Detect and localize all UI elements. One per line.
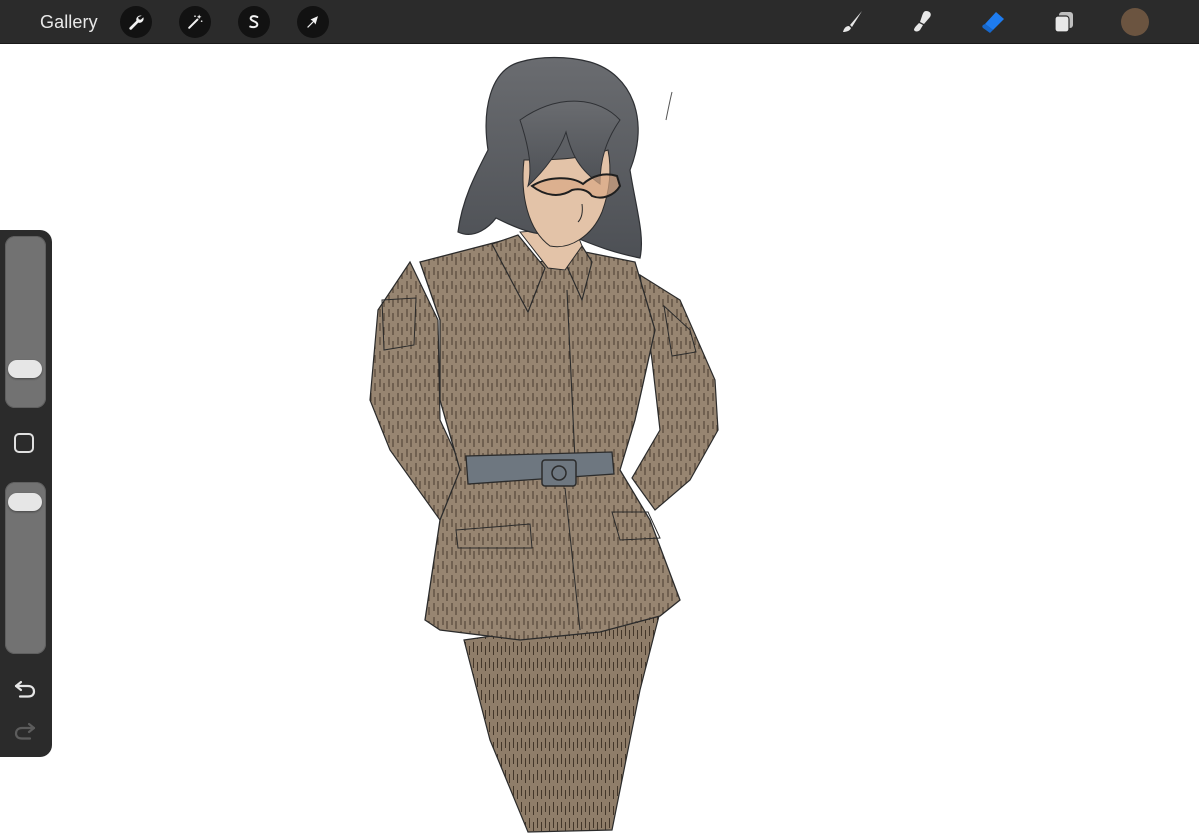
actions-button[interactable] [120,6,152,38]
opacity-thumb[interactable] [8,493,42,512]
procreate-app: Gallery [0,0,1199,834]
erase-tool-button[interactable] [977,6,1009,38]
wrench-icon [129,15,144,30]
undo-arrow-icon [14,680,36,698]
redo-button[interactable] [12,718,38,742]
artwork [369,56,719,833]
adjustments-button[interactable] [179,6,211,38]
drawing-canvas[interactable] [0,44,1199,834]
redo-arrow-icon [14,722,36,740]
paint-tool-button[interactable] [836,6,868,38]
transform-button[interactable] [297,6,329,38]
smudge-tool-button[interactable] [906,6,938,38]
color-picker-button[interactable] [1121,8,1149,36]
eraser-icon [982,12,1004,33]
smudge-icon [914,11,931,32]
brush-size-thumb[interactable] [8,359,42,378]
gallery-button[interactable]: Gallery [40,11,98,33]
left-sidebar [0,230,52,757]
modify-button[interactable] [14,433,34,453]
brush-icon [843,11,862,32]
jacket-torso [419,239,681,641]
pants [463,611,661,833]
magic-wand-icon [188,14,203,29]
transform-arrow-icon [307,16,318,28]
top-toolbar: Gallery [0,0,1199,44]
undo-button[interactable] [12,676,38,700]
layers-icon [1054,12,1073,33]
selection-s-icon [249,15,259,29]
layers-button[interactable] [1048,6,1080,38]
selection-button[interactable] [238,6,270,38]
opacity-slider[interactable] [5,482,46,654]
brush-size-slider[interactable] [5,236,46,408]
